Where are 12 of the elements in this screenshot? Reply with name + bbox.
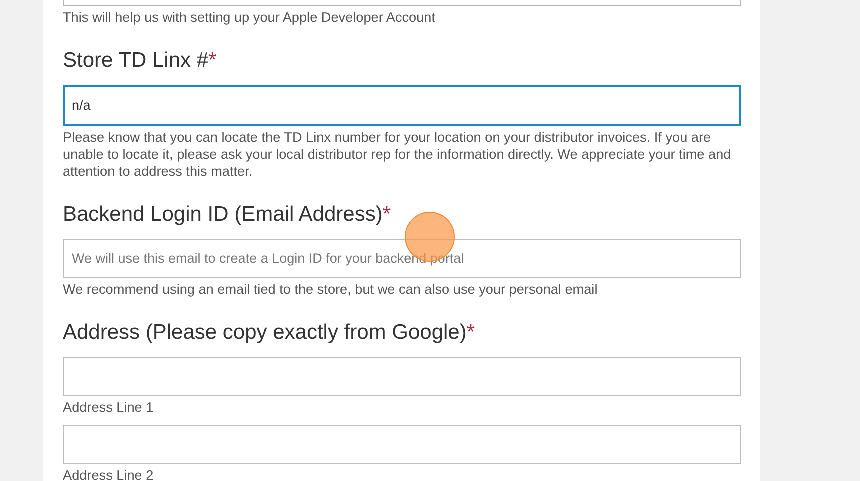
- field-sublabel: Address Line 1: [63, 399, 155, 416]
- help-text: Please know that you can locate the TD Linx number for your location on your distributor invoices. If you are unable to locate it, please ask your local distributor rep for the information directly. We appreciate your time and attention to address this matter.: [63, 129, 732, 180]
- field-label: Store TD Linx #*: [63, 48, 218, 74]
- text-field[interactable]: [63, 0, 741, 6]
- help-text: This will help us with setting up your Apple Developer Account: [63, 9, 437, 26]
- help-text: We recommend using an email tied to the store, but we can also use your personal email: [63, 281, 599, 298]
- field-label: Address (Please copy exactly from Google)*: [63, 320, 476, 346]
- field-sublabel: Address Line 2: [63, 467, 155, 481]
- address-field[interactable]: [63, 357, 741, 396]
- text-field[interactable]: n/a: [63, 85, 741, 126]
- address-field[interactable]: [63, 425, 741, 464]
- field-label: Backend Login ID (Email Address)*: [63, 202, 392, 228]
